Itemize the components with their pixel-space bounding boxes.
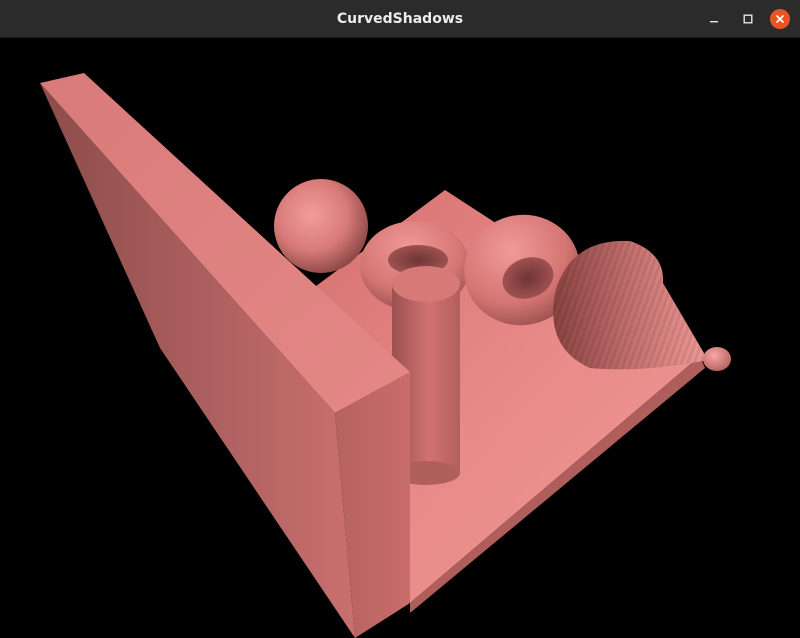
render-viewport[interactable] (0, 38, 800, 638)
close-button[interactable] (770, 9, 790, 29)
sphere (274, 179, 368, 273)
window-title: CurvedShadows (336, 11, 464, 27)
cone (553, 240, 708, 370)
minimize-button[interactable] (704, 9, 724, 29)
3d-scene (40, 73, 731, 638)
close-icon (776, 15, 784, 23)
small-sphere (703, 347, 731, 371)
maximize-icon (743, 14, 753, 24)
title-bar[interactable]: CurvedShadows (0, 0, 800, 38)
app-window: CurvedShadows (0, 0, 800, 638)
minimize-icon (710, 21, 718, 23)
maximize-button[interactable] (738, 9, 758, 29)
